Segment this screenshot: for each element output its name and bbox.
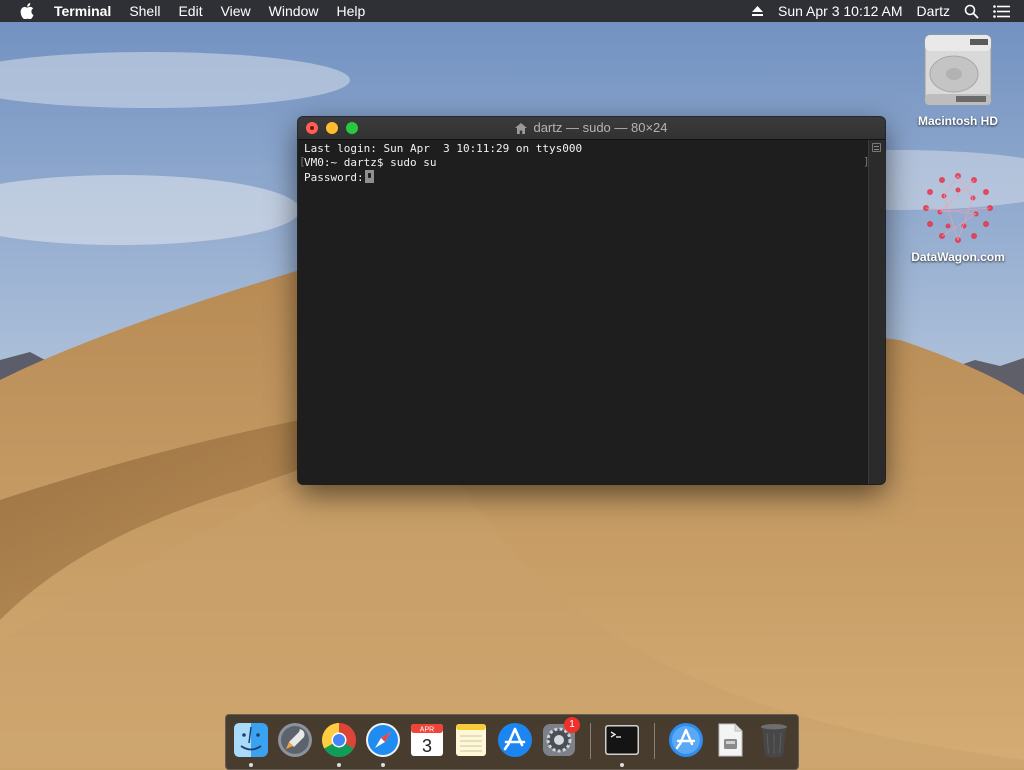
notification-badge: 1 xyxy=(564,717,580,733)
dock-separator xyxy=(590,723,591,759)
apple-menu-icon[interactable] xyxy=(19,2,35,20)
terminal-prompt-line: Password: xyxy=(304,170,869,184)
dock-separator xyxy=(654,723,655,759)
home-folder-icon xyxy=(515,119,528,141)
desktop-icon-macintosh-hd[interactable]: Macintosh HD xyxy=(903,32,1013,128)
menu-view[interactable]: View xyxy=(212,0,260,22)
menu-help[interactable]: Help xyxy=(327,0,374,22)
desktop-icon-datawagon[interactable]: DataWagon.com xyxy=(903,168,1013,264)
notes-icon[interactable] xyxy=(452,721,490,759)
menu-window[interactable]: Window xyxy=(260,0,328,22)
terminal-window[interactable]: dartz — sudo — 80×24 Last login: Sun Apr… xyxy=(298,117,885,484)
applications-folder-icon[interactable] xyxy=(667,721,705,759)
system-preferences-icon[interactable]: 1 xyxy=(540,717,580,759)
menu-clock[interactable]: Sun Apr 3 10:12 AM xyxy=(778,3,903,19)
window-title-text: dartz — sudo — 80×24 xyxy=(533,120,668,135)
eject-icon[interactable] xyxy=(751,5,764,17)
calendar-month: APR xyxy=(420,727,434,734)
calendar-icon[interactable]: APR 3 xyxy=(408,721,446,759)
mark-bracket-left: [ xyxy=(299,155,306,168)
desktop-icon-label: DataWagon.com xyxy=(911,250,1005,264)
spotlight-search-icon[interactable] xyxy=(964,4,979,19)
window-title: dartz — sudo — 80×24 xyxy=(298,117,885,139)
launchpad-icon[interactable] xyxy=(276,721,314,759)
menu-edit[interactable]: Edit xyxy=(169,0,211,22)
datawagon-logo-icon xyxy=(918,168,998,248)
calendar-day: 3 xyxy=(422,736,432,756)
menu-app-terminal[interactable]: Terminal xyxy=(54,0,120,22)
menu-shell[interactable]: Shell xyxy=(120,0,169,22)
running-indicator xyxy=(381,763,385,767)
menu-user[interactable]: Dartz xyxy=(917,3,950,19)
terminal-titlebar[interactable]: dartz — sudo — 80×24 xyxy=(298,117,885,140)
password-prompt: Password: xyxy=(304,171,364,184)
terminal-output[interactable]: Last login: Sun Apr 3 10:11:29 on ttys00… xyxy=(298,140,869,484)
app-store-icon[interactable] xyxy=(496,721,534,759)
terminal-line: VM0:~ dartz$ sudo su xyxy=(304,156,437,169)
dock: APR 3 1 xyxy=(225,714,799,770)
terminal-cursor-key-icon xyxy=(364,170,374,183)
running-indicator xyxy=(620,763,624,767)
terminal-scrollbar[interactable] xyxy=(868,140,885,484)
hard-drive-icon xyxy=(920,32,996,112)
split-pane-icon[interactable] xyxy=(872,143,881,152)
running-indicator xyxy=(337,763,341,767)
menu-bar: Terminal Shell Edit View Window Help Sun… xyxy=(0,0,1024,22)
running-indicator xyxy=(249,763,253,767)
chrome-icon[interactable] xyxy=(320,721,358,759)
terminal-icon[interactable] xyxy=(603,721,641,759)
desktop-icon-label: Macintosh HD xyxy=(917,114,998,128)
safari-icon[interactable] xyxy=(364,721,402,759)
finder-icon[interactable] xyxy=(232,721,270,759)
document-stack-icon[interactable] xyxy=(711,721,749,759)
notification-center-icon[interactable] xyxy=(993,4,1010,18)
trash-icon[interactable] xyxy=(755,721,793,759)
terminal-line: Last login: Sun Apr 3 10:11:29 on ttys00… xyxy=(304,142,583,155)
